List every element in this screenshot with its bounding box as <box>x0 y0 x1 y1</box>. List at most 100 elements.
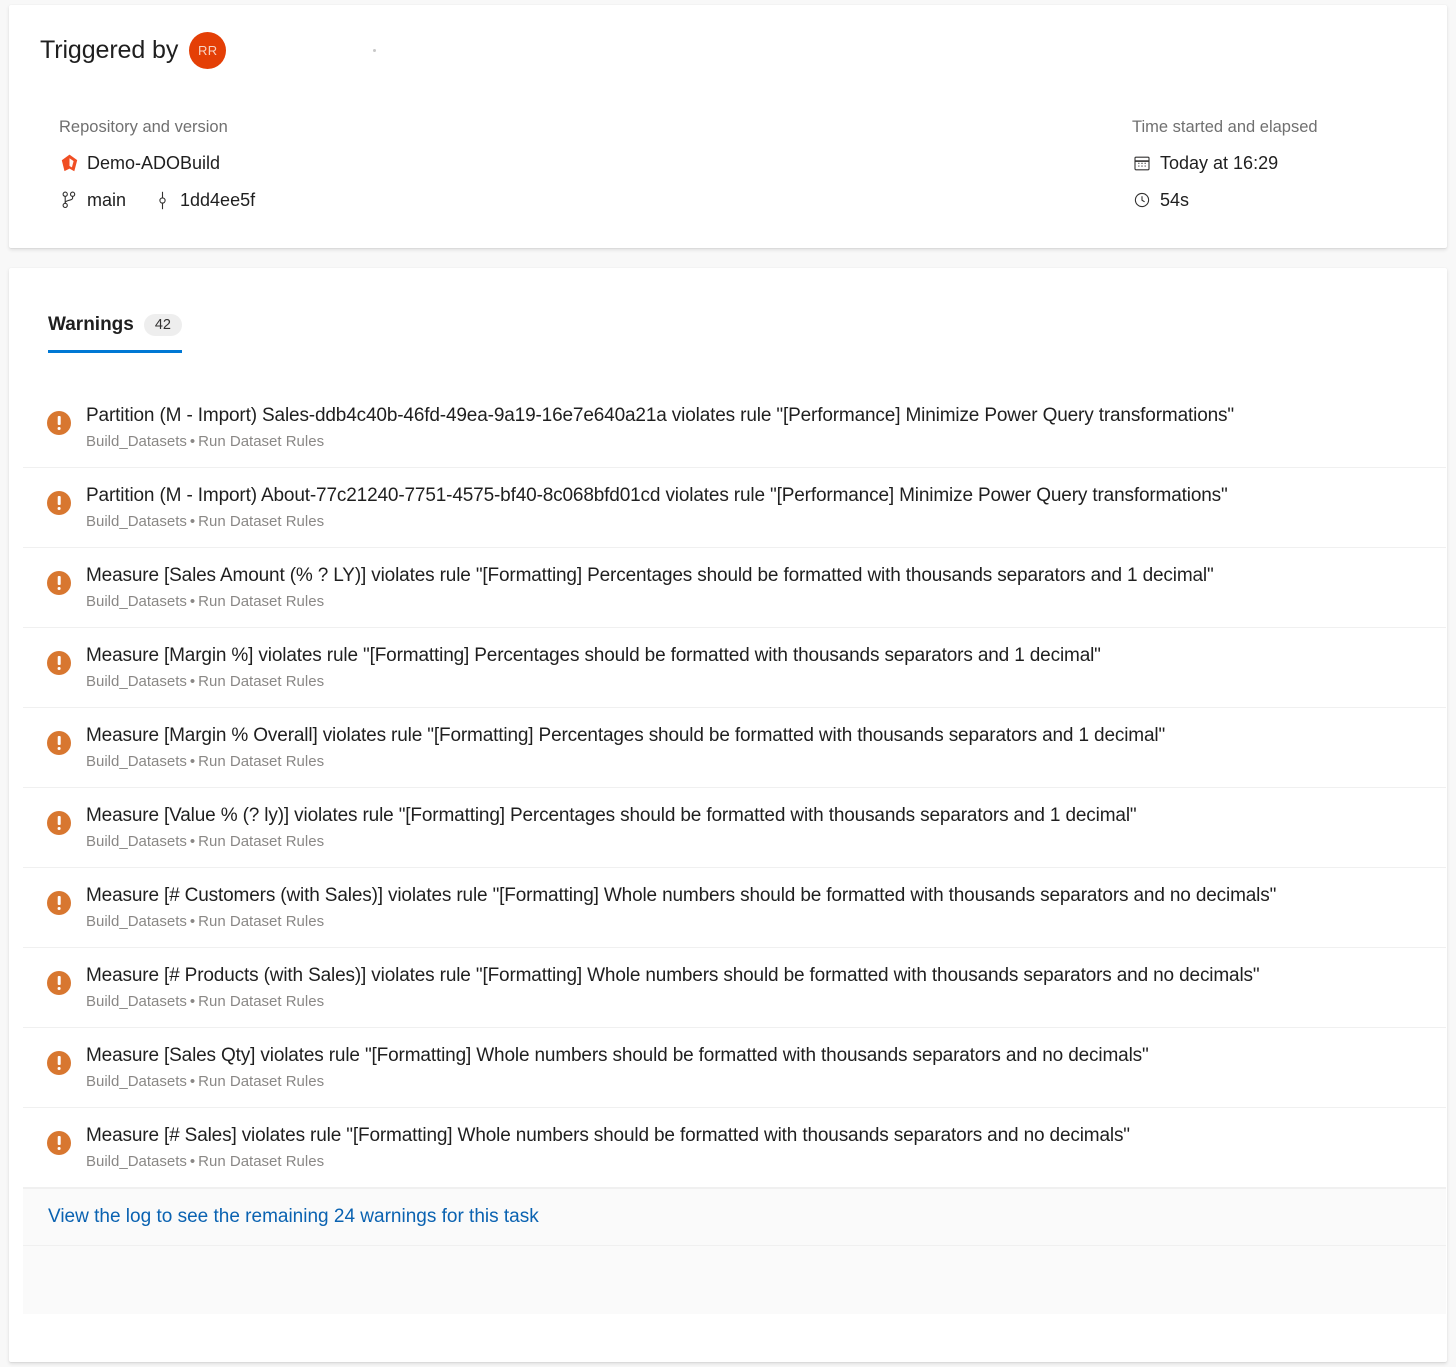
commit-sha: 1dd4ee5f <box>180 187 255 213</box>
warning-meta-separator: • <box>187 433 198 450</box>
git-commit-icon <box>152 190 172 210</box>
warning-body: Measure [# Sales] violates rule "[Format… <box>86 1123 1446 1173</box>
warning-message: Measure [Sales Qty] violates rule "[Form… <box>86 1043 1426 1068</box>
warning-message: Measure [Sales Amount (% ? LY)] violates… <box>86 563 1426 588</box>
commit-group[interactable]: 1dd4ee5f <box>152 187 255 213</box>
warning-body: Measure [Margin % Overall] violates rule… <box>86 723 1446 773</box>
warning-icon <box>47 411 71 435</box>
view-log-link[interactable]: View the log to see the remaining 24 war… <box>48 1206 539 1227</box>
warning-stage: Build_Datasets <box>86 513 187 530</box>
build-results-page: Triggered by RR Repository and version D… <box>0 0 1456 1367</box>
warning-message: Partition (M - Import) Sales-ddb4c40b-46… <box>86 403 1426 428</box>
warning-row[interactable]: Measure [# Sales] violates rule "[Format… <box>23 1108 1446 1188</box>
warning-meta-separator: • <box>187 993 198 1010</box>
warning-row[interactable]: Partition (M - Import) About-77c21240-77… <box>23 468 1446 548</box>
repository-name-row[interactable]: Demo-ADOBuild <box>59 150 255 176</box>
repository-name: Demo-ADOBuild <box>87 150 220 176</box>
tab-warnings-count: 42 <box>144 314 182 336</box>
warning-message: Measure [# Sales] violates rule "[Format… <box>86 1123 1426 1148</box>
warning-meta-separator: • <box>187 913 198 930</box>
warning-row[interactable]: Measure [Sales Qty] violates rule "[Form… <box>23 1028 1446 1108</box>
warning-row[interactable]: Measure [# Customers (with Sales)] viola… <box>23 868 1446 948</box>
warning-body: Partition (M - Import) Sales-ddb4c40b-46… <box>86 403 1446 453</box>
warning-meta: Build_Datasets•Run Dataset Rules <box>86 1151 1426 1173</box>
time-started-value: Today at 16:29 <box>1160 150 1278 176</box>
warning-message: Measure [Margin %] violates rule "[Forma… <box>86 643 1426 668</box>
branch-group[interactable]: main <box>59 187 126 213</box>
warning-meta: Build_Datasets•Run Dataset Rules <box>86 1071 1426 1093</box>
calendar-icon <box>1132 153 1152 173</box>
warning-meta: Build_Datasets•Run Dataset Rules <box>86 671 1426 693</box>
avatar[interactable]: RR <box>189 32 226 69</box>
warning-row[interactable]: Partition (M - Import) Sales-ddb4c40b-46… <box>23 388 1446 468</box>
warning-stage: Build_Datasets <box>86 1073 187 1090</box>
warning-meta-separator: • <box>187 593 198 610</box>
tabbar: Warnings 42 <box>48 314 182 353</box>
warning-body: Measure [Margin %] violates rule "[Forma… <box>86 643 1446 693</box>
warning-meta: Build_Datasets•Run Dataset Rules <box>86 831 1426 853</box>
warning-body: Measure [Sales Qty] violates rule "[Form… <box>86 1043 1446 1093</box>
time-started-row: Today at 16:29 <box>1132 150 1318 176</box>
tab-warnings[interactable]: Warnings 42 <box>48 314 182 353</box>
warning-meta-separator: • <box>187 1153 198 1170</box>
warning-message: Measure [# Customers (with Sales)] viola… <box>86 883 1426 908</box>
warning-icon <box>47 571 71 595</box>
warning-task: Run Dataset Rules <box>198 913 324 930</box>
warning-stage: Build_Datasets <box>86 913 187 930</box>
warning-meta-separator: • <box>187 833 198 850</box>
warning-icon <box>47 971 71 995</box>
tab-warnings-label: Warnings <box>48 314 134 336</box>
warning-meta-separator: • <box>187 1073 198 1090</box>
warning-list: Partition (M - Import) Sales-ddb4c40b-46… <box>23 388 1446 1314</box>
warning-meta-separator: • <box>187 673 198 690</box>
warning-meta: Build_Datasets•Run Dataset Rules <box>86 911 1426 933</box>
warning-icon <box>47 1051 71 1075</box>
elapsed-value: 54s <box>1160 187 1189 213</box>
warning-task: Run Dataset Rules <box>198 1073 324 1090</box>
warning-meta: Build_Datasets•Run Dataset Rules <box>86 511 1426 533</box>
warning-stage: Build_Datasets <box>86 593 187 610</box>
warnings-card: Warnings 42 Partition (M - Import) Sales… <box>9 268 1447 1362</box>
warning-body: Measure [Sales Amount (% ? LY)] violates… <box>86 563 1446 613</box>
warning-task: Run Dataset Rules <box>198 1153 324 1170</box>
repository-section-heading: Repository and version <box>59 117 255 137</box>
warning-row[interactable]: Measure [Value % (? ly)] violates rule "… <box>23 788 1446 868</box>
warning-meta-separator: • <box>187 513 198 530</box>
repository-and-version-section: Repository and version Demo-ADOBuild <box>59 117 255 224</box>
warning-message: Measure [# Products (with Sales)] violat… <box>86 963 1426 988</box>
warning-stage: Build_Datasets <box>86 1153 187 1170</box>
decorative-dot <box>373 49 376 52</box>
list-tail-filler <box>23 1246 1446 1314</box>
warning-task: Run Dataset Rules <box>198 513 324 530</box>
warning-meta: Build_Datasets•Run Dataset Rules <box>86 591 1426 613</box>
warning-icon <box>47 1131 71 1155</box>
warning-message: Partition (M - Import) About-77c21240-77… <box>86 483 1426 508</box>
warning-task: Run Dataset Rules <box>198 593 324 610</box>
time-section-heading: Time started and elapsed <box>1132 117 1318 137</box>
warning-stage: Build_Datasets <box>86 433 187 450</box>
warning-icon <box>47 891 71 915</box>
warning-task: Run Dataset Rules <box>198 833 324 850</box>
warning-stage: Build_Datasets <box>86 993 187 1010</box>
warning-message: Measure [Margin % Overall] violates rule… <box>86 723 1426 748</box>
warning-message: Measure [Value % (? ly)] violates rule "… <box>86 803 1426 828</box>
azure-repos-diamond-icon <box>59 153 79 173</box>
time-started-and-elapsed-section: Time started and elapsed Today at 16:29 <box>1132 117 1318 224</box>
warning-stage: Build_Datasets <box>86 673 187 690</box>
git-branch-icon <box>59 190 79 210</box>
warning-row[interactable]: Measure [Margin % Overall] violates rule… <box>23 708 1446 788</box>
warning-row[interactable]: Measure [# Products (with Sales)] violat… <box>23 948 1446 1028</box>
warning-meta: Build_Datasets•Run Dataset Rules <box>86 431 1426 453</box>
warning-row[interactable]: Measure [Margin %] violates rule "[Forma… <box>23 628 1446 708</box>
warning-meta: Build_Datasets•Run Dataset Rules <box>86 751 1426 773</box>
warning-meta-separator: • <box>187 753 198 770</box>
view-log-row: View the log to see the remaining 24 war… <box>23 1188 1446 1246</box>
warning-icon <box>47 491 71 515</box>
warning-stage: Build_Datasets <box>86 753 187 770</box>
triggered-by-label: Triggered by <box>40 36 178 65</box>
warning-task: Run Dataset Rules <box>198 433 324 450</box>
warning-task: Run Dataset Rules <box>198 753 324 770</box>
run-summary-card: Triggered by RR Repository and version D… <box>9 5 1447 248</box>
triggered-by: Triggered by RR <box>40 32 226 69</box>
warning-row[interactable]: Measure [Sales Amount (% ? LY)] violates… <box>23 548 1446 628</box>
